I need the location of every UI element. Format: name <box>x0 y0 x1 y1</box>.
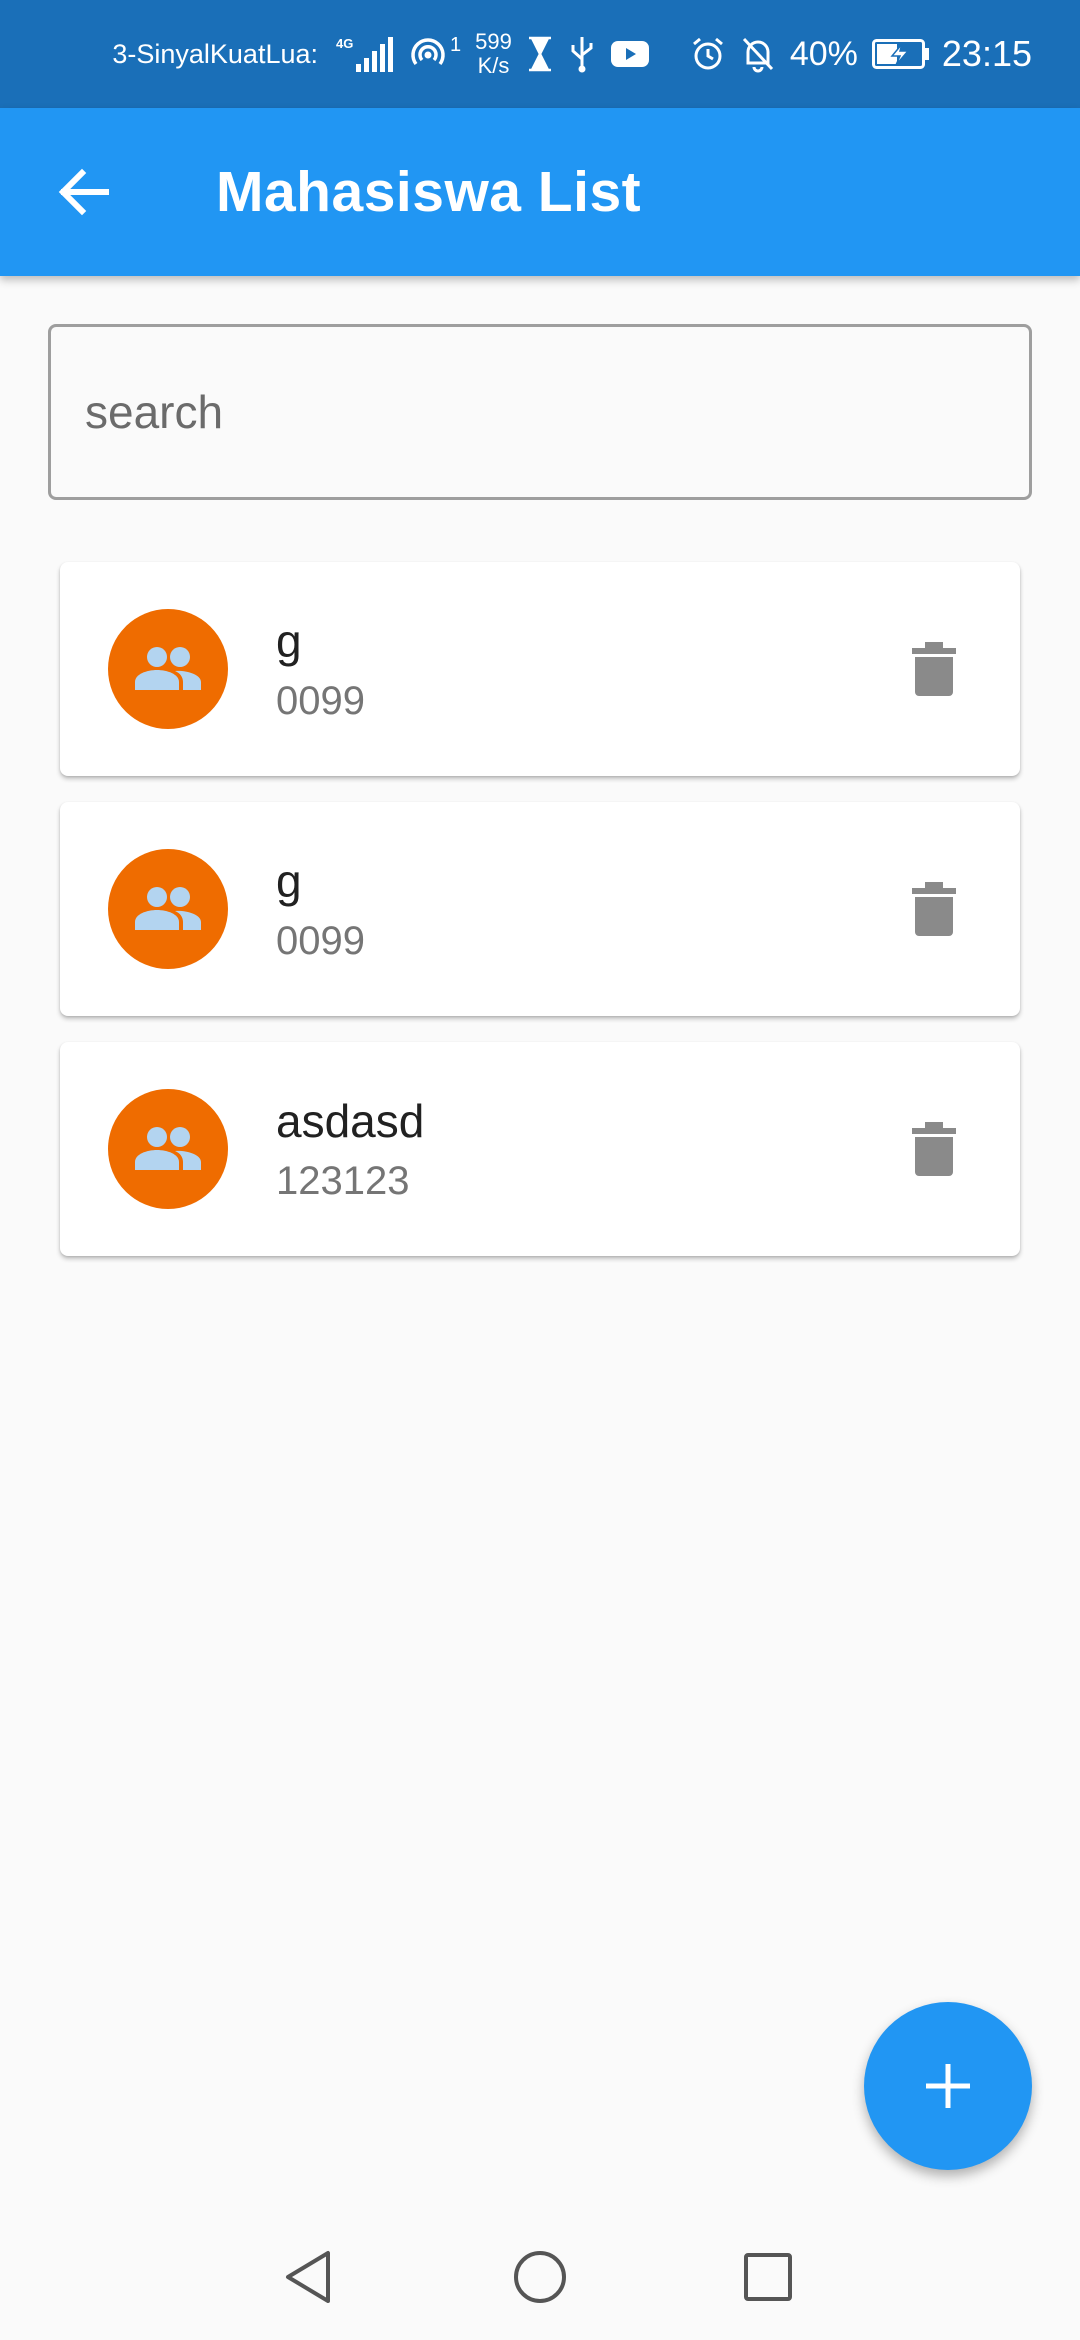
speed-unit: K/s <box>477 53 510 78</box>
triangle-back-icon <box>286 2251 330 2303</box>
plus-icon <box>926 2064 970 2108</box>
mute-bell-icon <box>740 35 776 73</box>
search-input[interactable] <box>51 327 1029 497</box>
student-nim: 0099 <box>276 919 365 963</box>
nav-back-button[interactable] <box>280 2247 340 2307</box>
clock-time: 23:15 <box>941 33 1032 74</box>
student-nim: 0099 <box>276 679 365 723</box>
battery-percentage: 40% <box>789 34 858 73</box>
delete-button[interactable] <box>898 1114 970 1186</box>
avatar <box>108 849 228 969</box>
hotspot-count: 1 <box>450 34 462 56</box>
people-icon <box>135 647 201 690</box>
student-name: g <box>276 615 302 667</box>
avatar <box>108 609 228 729</box>
speed-value: 599 <box>475 29 512 54</box>
carrier-name: 3-SinyalKuatLua: <box>112 38 318 69</box>
search-field[interactable] <box>48 324 1032 500</box>
list-item[interactable]: g 0099 <box>60 562 1020 776</box>
list-item[interactable]: g 0099 <box>60 802 1020 1016</box>
svg-text:4G: 4G <box>336 36 353 51</box>
system-nav-bar <box>0 2214 1080 2340</box>
circle-home-icon <box>514 2251 566 2303</box>
usb-icon <box>568 35 596 73</box>
trash-icon <box>912 642 956 696</box>
alarm-icon <box>690 36 726 72</box>
student-nim: 123123 <box>276 1159 410 1203</box>
nav-recents-button[interactable] <box>738 2247 798 2307</box>
add-student-button[interactable] <box>864 2002 1032 2170</box>
trash-icon <box>912 882 956 936</box>
page-title: Mahasiswa List <box>216 160 642 224</box>
nav-home-button[interactable] <box>510 2247 570 2307</box>
network-speed: 599 K/s <box>475 30 512 78</box>
app-bar: Mahasiswa List <box>0 108 1080 276</box>
signal-icon: 4G <box>336 34 394 74</box>
back-button[interactable] <box>54 162 114 222</box>
hotspot-icon: 1 <box>408 34 461 74</box>
delete-button[interactable] <box>898 874 970 946</box>
trash-icon <box>912 1122 956 1176</box>
square-recents-icon <box>744 2253 792 2301</box>
people-icon <box>135 887 201 930</box>
student-list: g 0099 g 0099 asdasd 123123 <box>60 562 1020 1282</box>
status-bar: 3-SinyalKuatLua: 4G 1 599 K/s 40% 23:15 <box>0 0 1080 108</box>
delete-button[interactable] <box>898 634 970 706</box>
people-icon <box>135 1127 201 1170</box>
arrow-back-icon <box>58 168 109 216</box>
student-name: g <box>276 855 302 907</box>
avatar <box>108 1089 228 1209</box>
youtube-icon <box>610 39 650 69</box>
student-name: asdasd <box>276 1095 425 1147</box>
battery-charging-icon <box>871 39 930 69</box>
list-item[interactable]: asdasd 123123 <box>60 1042 1020 1256</box>
hourglass-icon <box>526 36 554 72</box>
